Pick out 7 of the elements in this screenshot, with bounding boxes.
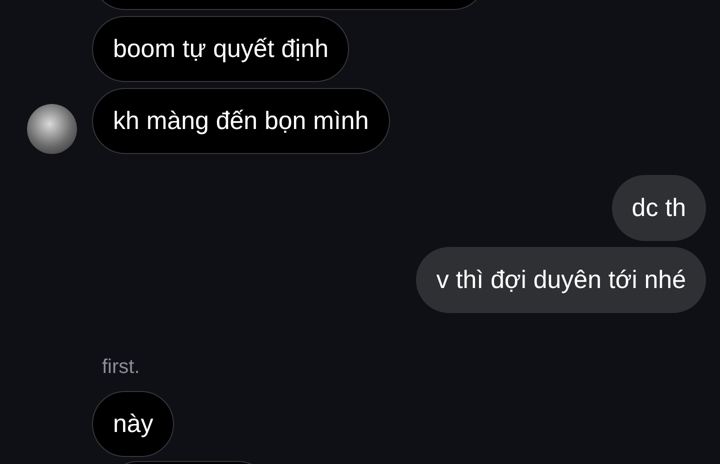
message-bubble: dc th — [612, 175, 706, 241]
message-bubble: này — [92, 391, 174, 457]
message-bubble: boom tự quyết định — [92, 16, 350, 82]
avatar[interactable] — [27, 104, 77, 154]
message-bubble: kh màng đến bọn mình — [92, 88, 390, 154]
sender-name: first. — [102, 356, 140, 378]
message-bubble: v thì đợi duyên tới nhé — [416, 247, 706, 313]
